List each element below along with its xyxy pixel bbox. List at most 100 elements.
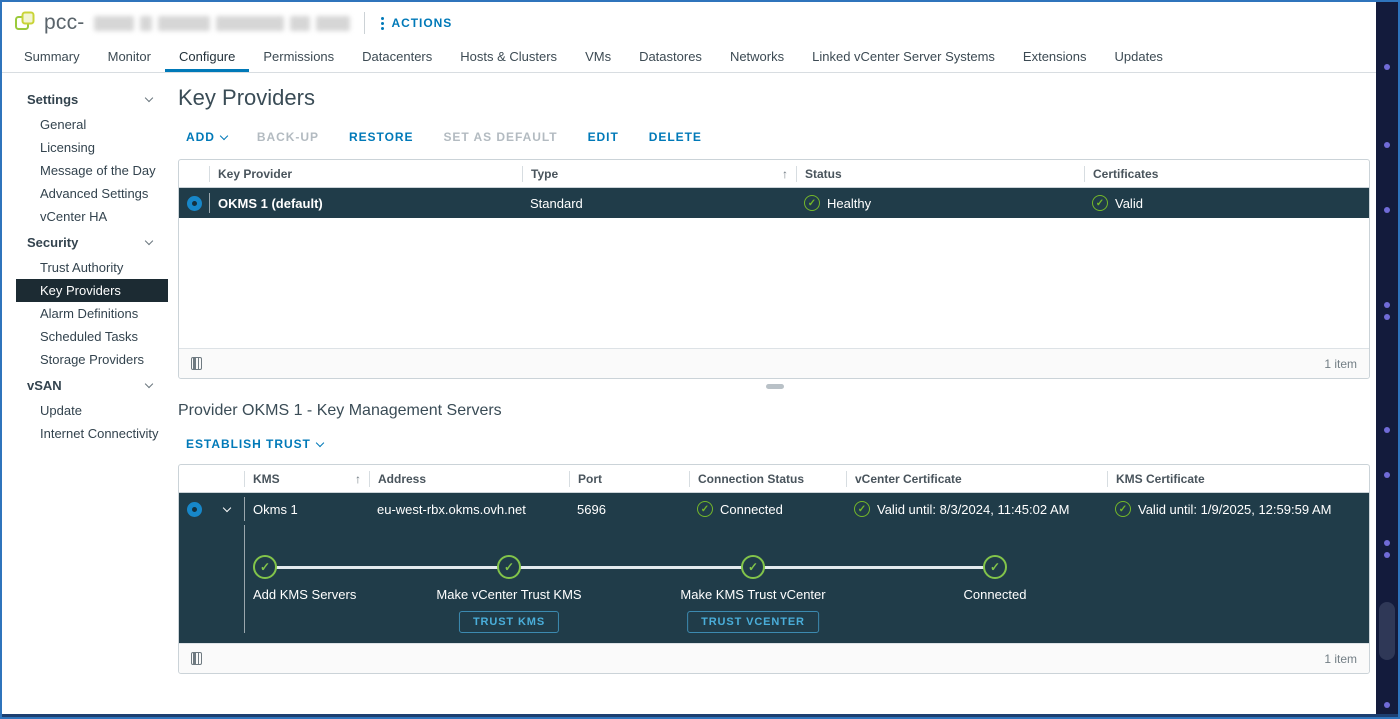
cell-key-provider: OKMS 1 (default) xyxy=(209,193,522,213)
tab-summary[interactable]: Summary xyxy=(10,45,94,72)
cell-kms-certificate: Valid until: 1/9/2025, 12:59:59 AM xyxy=(1107,497,1369,521)
trust-vcenter-button[interactable]: TRUST VCENTER xyxy=(687,611,819,633)
tab-updates[interactable]: Updates xyxy=(1101,45,1177,72)
sidebar-item-alarm-definitions[interactable]: Alarm Definitions xyxy=(16,302,168,325)
row-radio-selected[interactable] xyxy=(187,502,202,517)
column-header-address[interactable]: Address xyxy=(369,471,569,487)
step-connector-line xyxy=(265,566,995,569)
taskbar-dot-icon xyxy=(1384,142,1390,148)
restore-button[interactable]: RESTORE xyxy=(349,130,414,144)
establish-trust-label: ESTABLISH TRUST xyxy=(186,437,311,451)
step-complete-check-icon xyxy=(741,555,765,579)
sidebar-item-internet-connectivity[interactable]: Internet Connectivity xyxy=(16,422,168,445)
key-provider-row[interactable]: OKMS 1 (default) Standard Healthy Valid xyxy=(179,188,1369,218)
taskbar-dot-icon xyxy=(1384,314,1390,320)
section-title: Key Providers xyxy=(178,85,1372,111)
key-providers-table: Key Provider Type Status Certificates xyxy=(178,159,1370,379)
sidebar-item-storage-providers[interactable]: Storage Providers xyxy=(16,348,168,371)
column-header-status[interactable]: Status xyxy=(796,166,1084,182)
chevron-down-icon xyxy=(145,237,153,245)
key-providers-panel: Key Providers ADD BACK-UP RESTORE SET AS… xyxy=(168,73,1376,714)
step-label-make-kms-trust-vcenter: Make KMS Trust vCenter xyxy=(643,587,863,602)
status-text: Healthy xyxy=(827,196,871,211)
tab-hosts-clusters[interactable]: Hosts & Clusters xyxy=(446,45,571,72)
tab-monitor[interactable]: Monitor xyxy=(94,45,165,72)
sidebar-item-key-providers[interactable]: Key Providers xyxy=(16,279,168,302)
cell-kms: Okms 1 xyxy=(244,497,369,521)
table-header-row: Key Provider Type Status Certificates xyxy=(179,160,1369,188)
trust-kms-button[interactable]: TRUST KMS xyxy=(459,611,559,633)
sidebar-item-licensing[interactable]: Licensing xyxy=(16,136,168,159)
column-label: Status xyxy=(805,167,842,181)
column-header-kms-certificate[interactable]: KMS Certificate xyxy=(1107,471,1369,487)
vcenter-entity-icon xyxy=(14,10,36,37)
row-radio-selected[interactable] xyxy=(187,196,202,211)
column-settings-icon[interactable] xyxy=(191,652,202,665)
sidebar-item-vcenter-ha[interactable]: vCenter HA xyxy=(16,205,168,228)
actions-menu-button[interactable]: ACTIONS xyxy=(381,16,452,30)
sidebar-section-vsan[interactable]: vSAN xyxy=(2,371,168,399)
sidebar-item-trust-authority[interactable]: Trust Authority xyxy=(16,256,168,279)
kms-section-title: Provider OKMS 1 - Key Management Servers xyxy=(178,402,1372,420)
add-button[interactable]: ADD xyxy=(186,130,227,144)
tab-linked-vcenter[interactable]: Linked vCenter Server Systems xyxy=(798,45,1009,72)
step-complete-check-icon xyxy=(253,555,277,579)
taskbar-dot-icon xyxy=(1384,427,1390,433)
column-header-connection-status[interactable]: Connection Status xyxy=(689,471,846,487)
connected-check-icon xyxy=(697,501,713,517)
kebab-icon xyxy=(381,17,384,30)
sidebar-item-general[interactable]: General xyxy=(16,113,168,136)
vsphere-client-app: pcc- ACTIONS Summary Monitor Configure P… xyxy=(2,2,1376,714)
column-header-vcenter-certificate[interactable]: vCenter Certificate xyxy=(846,471,1107,487)
column-label: Type xyxy=(531,167,558,181)
taskbar-dot-icon xyxy=(1384,472,1390,478)
tab-vms[interactable]: VMs xyxy=(571,45,625,72)
cell-type: Standard xyxy=(522,193,796,213)
sidebar-item-message-of-the-day[interactable]: Message of the Day xyxy=(16,159,168,182)
taskbar-blob xyxy=(1379,602,1395,660)
sidebar-item-advanced-settings[interactable]: Advanced Settings xyxy=(16,182,168,205)
sidebar-item-update[interactable]: Update xyxy=(16,399,168,422)
tab-extensions[interactable]: Extensions xyxy=(1009,45,1101,72)
sidebar-section-security[interactable]: Security xyxy=(2,228,168,256)
column-header-certificates[interactable]: Certificates xyxy=(1084,166,1369,182)
sidebar-section-settings[interactable]: Settings xyxy=(2,85,168,113)
sidebar-item-scheduled-tasks[interactable]: Scheduled Tasks xyxy=(16,325,168,348)
valid-check-icon xyxy=(1115,501,1131,517)
table-header-row: KMS Address Port Connection Status xyxy=(179,465,1369,493)
column-label: KMS xyxy=(253,472,280,486)
cell-status: Healthy xyxy=(796,193,1084,213)
chevron-down-icon xyxy=(316,438,324,446)
tab-datacenters[interactable]: Datacenters xyxy=(348,45,446,72)
valid-check-icon xyxy=(1092,195,1108,211)
key-providers-toolbar: ADD BACK-UP RESTORE SET AS DEFAULT EDIT … xyxy=(178,130,1372,144)
column-header-kms[interactable]: KMS xyxy=(244,471,369,487)
vsphere-window: pcc- ACTIONS Summary Monitor Configure P… xyxy=(0,0,1400,719)
column-label: Key Provider xyxy=(218,167,292,181)
chevron-down-icon xyxy=(145,94,153,102)
edit-button[interactable]: EDIT xyxy=(588,130,619,144)
panel-splitter-handle[interactable] xyxy=(766,384,784,389)
kms-row[interactable]: Okms 1 eu-west-rbx.okms.ovh.net 5696 Con… xyxy=(179,493,1369,525)
delete-button[interactable]: DELETE xyxy=(649,130,702,144)
tab-networks[interactable]: Networks xyxy=(716,45,798,72)
establish-trust-button[interactable]: ESTABLISH TRUST xyxy=(186,437,323,451)
tab-datastores[interactable]: Datastores xyxy=(625,45,716,72)
chevron-down-icon xyxy=(145,380,153,388)
tab-permissions[interactable]: Permissions xyxy=(249,45,348,72)
column-header-type[interactable]: Type xyxy=(522,166,796,182)
column-settings-icon[interactable] xyxy=(191,357,202,370)
taskbar-dot-icon xyxy=(1384,540,1390,546)
table-footer: 1 item xyxy=(179,348,1369,378)
column-header-key-provider[interactable]: Key Provider xyxy=(209,166,522,182)
taskbar-dot-icon xyxy=(1384,207,1390,213)
set-as-default-button[interactable]: SET AS DEFAULT xyxy=(443,130,557,144)
tab-configure[interactable]: Configure xyxy=(165,45,249,72)
column-header-port[interactable]: Port xyxy=(569,471,689,487)
backup-button[interactable]: BACK-UP xyxy=(257,130,319,144)
sidebar-section-label: Security xyxy=(27,235,78,250)
collapse-row-chevron-icon[interactable] xyxy=(222,503,230,511)
object-title-group: pcc- xyxy=(14,10,350,37)
sidebar-section-label: Settings xyxy=(27,92,78,107)
item-count: 1 item xyxy=(1324,357,1357,371)
